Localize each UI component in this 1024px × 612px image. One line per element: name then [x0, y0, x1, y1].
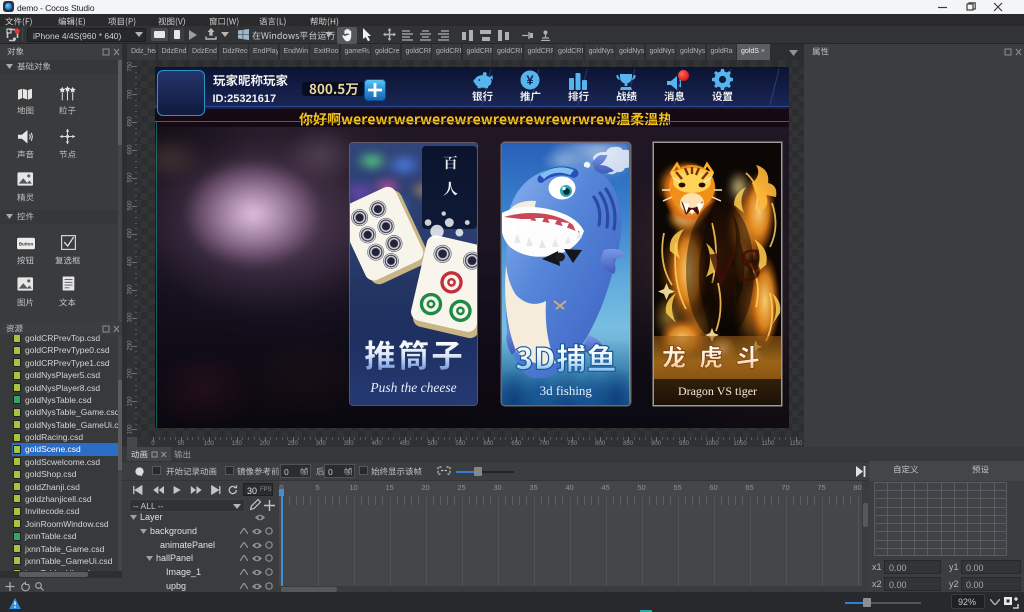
svg-text:¥: ¥ — [526, 73, 534, 88]
svg-text:Button: Button — [19, 242, 34, 247]
